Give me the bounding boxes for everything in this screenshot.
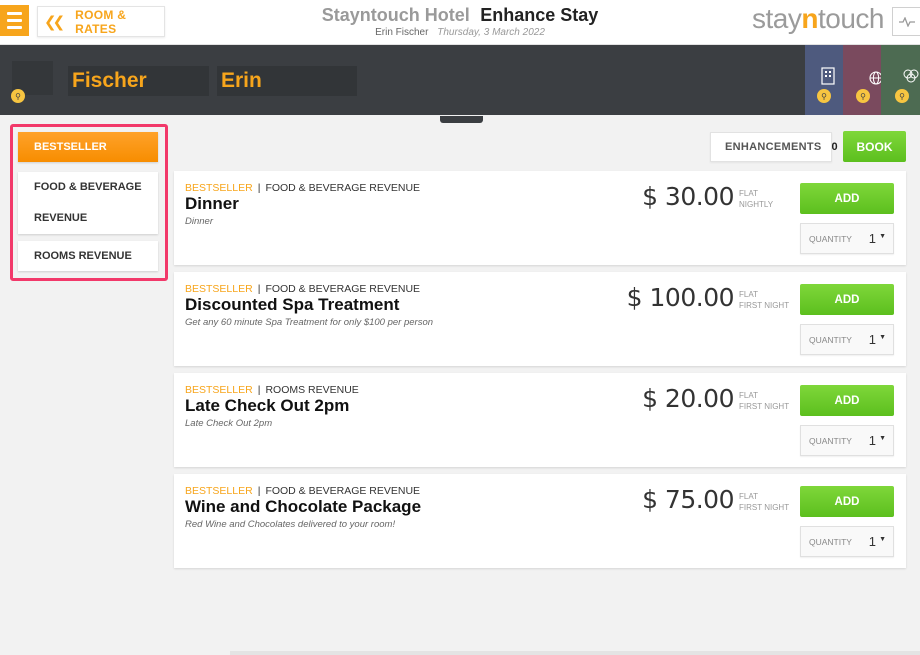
page-title: Enhance Stay — [480, 5, 599, 25]
guest-first-name: Erin — [217, 66, 357, 96]
enhancements-label: ENHANCEMENTS — [725, 141, 822, 153]
add-button[interactable]: ADD — [800, 183, 894, 214]
category-sidebar: BESTSELLER FOOD & BEVERAGE REVENUE ROOMS… — [10, 124, 168, 281]
hotel-name: Stayntouch Hotel — [321, 5, 470, 25]
add-button[interactable]: ADD — [800, 284, 894, 315]
brand-logo: stayntouch — [752, 3, 884, 34]
quantity-label: QUANTITY — [809, 233, 852, 244]
enhancements-count: 0 — [831, 141, 838, 153]
add-button[interactable]: ADD — [800, 486, 894, 517]
separator: | — [257, 283, 261, 295]
banner-drag-handle[interactable] — [440, 116, 483, 123]
bestseller-tag: BESTSELLER — [185, 485, 253, 497]
quantity-label: QUANTITY — [809, 435, 852, 446]
bestseller-tag: BESTSELLER — [185, 283, 253, 295]
addon-card: BESTSELLER | FOOD & BEVERAGE REVENUE Dinner… — [174, 171, 906, 265]
reservation-tab-room[interactable]: ⚲ — [805, 45, 843, 115]
charge-group: FOOD & BEVERAGE REVENUE — [265, 283, 421, 295]
addon-name: Discounted Spa Treatment — [185, 295, 400, 314]
addon-category: BESTSELLER | FOOD & BEVERAGE REVENUE — [185, 283, 420, 295]
top-header: ❮❮ ROOM & RATES Stayntouch Hotel Enhance… — [0, 0, 920, 45]
sidebar-item-label: REVENUE — [34, 212, 88, 224]
reservation-tab-preferences[interactable]: ⚲ — [881, 45, 920, 115]
caret-down-icon: ▼ — [879, 536, 886, 543]
quantity-label: QUANTITY — [809, 334, 852, 345]
addon-category: BESTSELLER | FOOD & BEVERAGE REVENUE — [185, 182, 420, 194]
addon-description: Dinner — [185, 216, 213, 227]
quantity-select[interactable]: QUANTITY 1 ▼ — [800, 223, 894, 254]
charge-group: ROOMS REVENUE — [265, 384, 359, 396]
addon-description: Red Wine and Chocolates delivered to you… — [185, 519, 396, 530]
addon-price: $ 30.00 — [642, 182, 734, 211]
addon-description: Get any 60 minute Spa Treatment for only… — [185, 317, 434, 328]
addon-category: BESTSELLER | FOOD & BEVERAGE REVENUE — [185, 485, 420, 497]
circles-icon — [903, 69, 919, 83]
addon-price: $ 100.00 — [626, 283, 735, 312]
addon-name: Dinner — [185, 194, 239, 213]
business-date: Thursday, 3 March 2022 — [437, 27, 545, 38]
quantity-value: 1 — [868, 332, 876, 347]
addon-category: BESTSELLER | ROOMS REVENUE — [185, 384, 359, 396]
building-icon — [821, 67, 835, 85]
addon-description: Late Check Out 2pm — [185, 418, 273, 429]
addon-price: $ 20.00 — [642, 384, 734, 413]
caret-down-icon: ▼ — [879, 233, 886, 240]
addon-name: Late Check Out 2pm — [185, 396, 350, 415]
quantity-value: 1 — [868, 433, 876, 448]
bottom-edge — [230, 651, 920, 655]
sidebar-item-rooms-revenue[interactable]: ROOMS REVENUE — [18, 241, 158, 271]
quantity-label: QUANTITY — [809, 536, 852, 547]
separator: | — [257, 384, 261, 396]
quantity-select[interactable]: QUANTITY 1 ▼ — [800, 526, 894, 557]
enhancements-counter[interactable]: ENHANCEMENTS 0 — [710, 132, 838, 162]
guest-name-subtitle: Erin Fischer — [375, 27, 429, 38]
addon-price-type: FLAT FIRST NIGHT — [739, 492, 790, 512]
quantity-value: 1 — [868, 231, 876, 246]
quantity-select[interactable]: QUANTITY 1 ▼ — [800, 324, 894, 355]
charge-group: FOOD & BEVERAGE REVENUE — [265, 182, 421, 194]
reservation-tab-global[interactable]: ⚲ — [843, 45, 883, 115]
zoom-icon[interactable]: ⚲ — [856, 89, 870, 103]
book-button[interactable]: BOOK — [843, 131, 906, 162]
pulse-icon[interactable] — [892, 7, 920, 36]
caret-down-icon: ▼ — [879, 334, 886, 341]
addon-name: Wine and Chocolate Package — [185, 497, 422, 516]
addon-card: BESTSELLER | ROOMS REVENUE Late Check Out 2… — [174, 373, 906, 467]
guest-last-name: Fischer — [68, 66, 209, 96]
addon-card: BESTSELLER | FOOD & BEVERAGE REVENUE Wine a… — [174, 474, 906, 568]
caret-down-icon: ▼ — [879, 435, 886, 442]
zoom-icon[interactable]: ⚲ — [895, 89, 909, 103]
separator: | — [257, 485, 261, 497]
separator: | — [257, 182, 261, 194]
add-button[interactable]: ADD — [800, 385, 894, 416]
sidebar-item-bestseller[interactable]: BESTSELLER — [18, 132, 158, 162]
sidebar-item-label: FOOD & BEVERAGE — [34, 181, 142, 193]
addon-price-type: FLAT FIRST NIGHT — [739, 391, 790, 411]
guest-banner: ⚲ Fischer Erin ⚲ ⚲ ⚲ — [0, 45, 920, 115]
addon-price-type: FLAT NIGHTLY — [739, 189, 774, 209]
addon-card: BESTSELLER | FOOD & BEVERAGE REVENUE Discou… — [174, 272, 906, 366]
zoom-icon[interactable]: ⚲ — [11, 89, 25, 103]
bestseller-tag: BESTSELLER — [185, 384, 253, 396]
quantity-select[interactable]: QUANTITY 1 ▼ — [800, 425, 894, 456]
bestseller-tag: BESTSELLER — [185, 182, 253, 194]
sidebar-item-food-beverage-revenue[interactable]: FOOD & BEVERAGE REVENUE — [18, 172, 158, 234]
addon-price: $ 75.00 — [642, 485, 734, 514]
charge-group: FOOD & BEVERAGE REVENUE — [265, 485, 421, 497]
addon-price-type: FLAT FIRST NIGHT — [739, 290, 790, 310]
zoom-icon[interactable]: ⚲ — [817, 89, 831, 103]
quantity-value: 1 — [868, 534, 876, 549]
